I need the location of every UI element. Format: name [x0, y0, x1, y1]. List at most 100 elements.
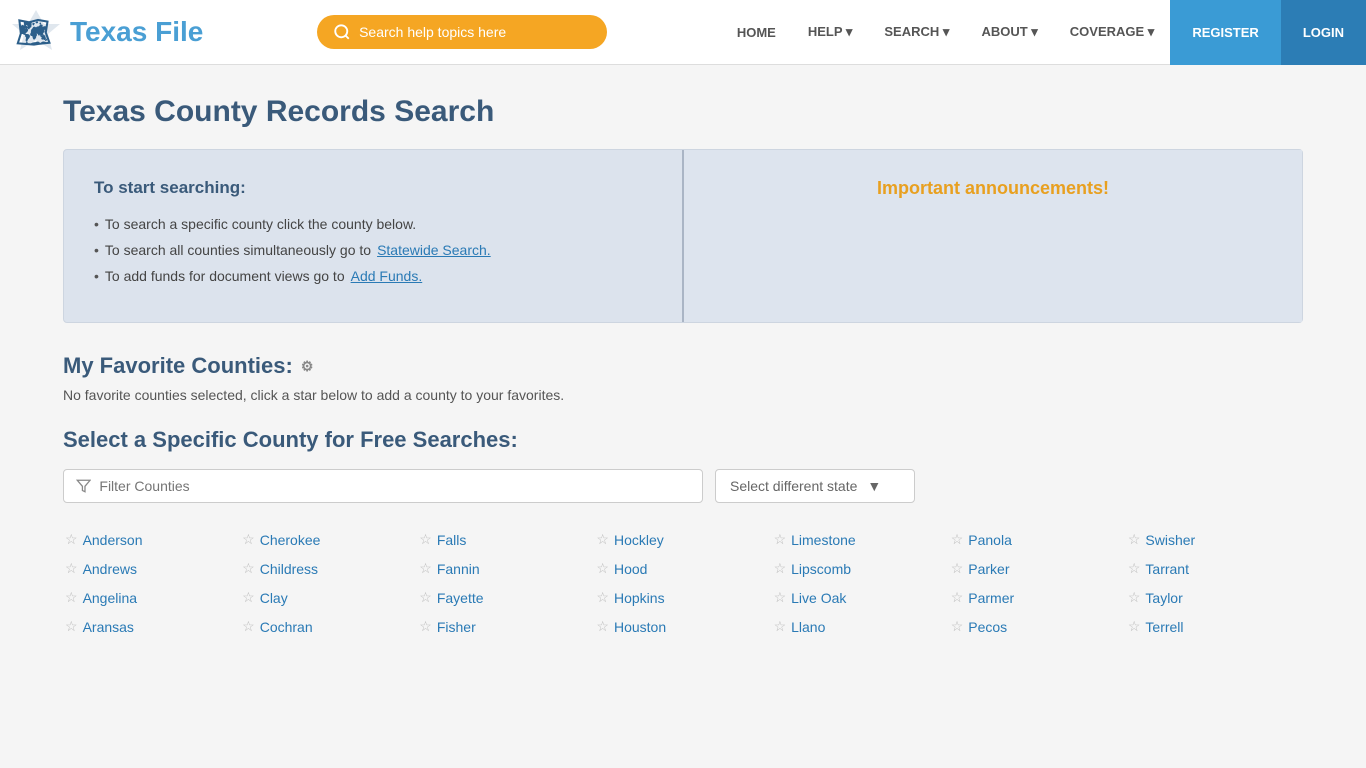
nav-home[interactable]: HOME	[721, 0, 792, 65]
county-link[interactable]: Anderson	[83, 532, 143, 548]
bullet-3: To add funds for document views go to Ad…	[94, 268, 652, 284]
county-star-icon[interactable]: ☆	[419, 560, 432, 577]
filter-icon	[76, 478, 91, 494]
svg-text:🗺: 🗺	[16, 17, 52, 48]
county-link[interactable]: Terrell	[1145, 619, 1183, 635]
search-icon	[333, 23, 351, 41]
county-star-icon[interactable]: ☆	[1128, 531, 1141, 548]
list-item: ☆ Llano	[772, 614, 949, 639]
county-star-icon[interactable]: ☆	[774, 560, 787, 577]
county-star-icon[interactable]: ☆	[951, 589, 964, 606]
county-link[interactable]: Llano	[791, 619, 825, 635]
county-link[interactable]: Fisher	[437, 619, 476, 635]
list-item: ☆ Hood	[594, 556, 771, 581]
bullet-1: To search a specific county click the co…	[94, 216, 652, 232]
county-link[interactable]: Andrews	[83, 561, 137, 577]
list-item: ☆ Clay	[240, 585, 417, 610]
county-link[interactable]: Fayette	[437, 590, 484, 606]
nav-search[interactable]: SEARCH ▾	[868, 0, 965, 65]
county-star-icon[interactable]: ☆	[951, 531, 964, 548]
county-link[interactable]: Aransas	[83, 619, 134, 635]
list-item: ☆ Hockley	[594, 527, 771, 552]
info-box: To start searching: To search a specific…	[63, 149, 1303, 323]
county-star-icon[interactable]: ☆	[596, 560, 609, 577]
county-link[interactable]: Cochran	[260, 619, 313, 635]
county-link[interactable]: Cherokee	[260, 532, 321, 548]
list-item: ☆ Falls	[417, 527, 594, 552]
county-star-icon[interactable]: ☆	[419, 618, 432, 635]
list-item: ☆ Childress	[240, 556, 417, 581]
county-star-icon[interactable]: ☆	[774, 589, 787, 606]
add-funds-link[interactable]: Add Funds.	[351, 268, 423, 284]
login-button[interactable]: LOGIN	[1281, 0, 1366, 65]
list-item: ☆ Andrews	[63, 556, 240, 581]
county-star-icon[interactable]: ☆	[774, 531, 787, 548]
search-bar[interactable]	[317, 15, 607, 49]
county-star-icon[interactable]: ☆	[65, 589, 78, 606]
list-item: ☆ Anderson	[63, 527, 240, 552]
county-star-icon[interactable]: ☆	[419, 531, 432, 548]
county-star-icon[interactable]: ☆	[1128, 560, 1141, 577]
state-select-dropdown[interactable]: Select different state ▼	[715, 469, 915, 503]
bullet-2: To search all counties simultaneously go…	[94, 242, 652, 258]
logo[interactable]: 🗺 Texas File	[10, 6, 203, 58]
page-title: Texas County Records Search	[63, 95, 1303, 129]
header: 🗺 Texas File HOME HELP ▾ SEARCH ▾ ABOUT …	[0, 0, 1366, 65]
county-star-icon[interactable]: ☆	[242, 560, 255, 577]
county-star-icon[interactable]: ☆	[242, 531, 255, 548]
county-link[interactable]: Swisher	[1145, 532, 1195, 548]
list-item: ☆ Parmer	[949, 585, 1126, 610]
county-link[interactable]: Angelina	[83, 590, 138, 606]
favorites-gear-icon[interactable]: ⚙	[301, 358, 314, 375]
county-star-icon[interactable]: ☆	[65, 618, 78, 635]
county-link[interactable]: Parmer	[968, 590, 1014, 606]
county-link[interactable]: Houston	[614, 619, 666, 635]
county-link[interactable]: Live Oak	[791, 590, 846, 606]
county-star-icon[interactable]: ☆	[951, 618, 964, 635]
county-link[interactable]: Limestone	[791, 532, 856, 548]
statewide-search-link[interactable]: Statewide Search.	[377, 242, 491, 258]
logo-brand-text: Texas File	[70, 16, 203, 48]
main-content: Texas County Records Search To start sea…	[43, 65, 1323, 669]
list-item: ☆ Swisher	[1126, 527, 1303, 552]
county-link[interactable]: Hopkins	[614, 590, 665, 606]
county-star-icon[interactable]: ☆	[242, 589, 255, 606]
county-star-icon[interactable]: ☆	[1128, 618, 1141, 635]
list-item: ☆ Lipscomb	[772, 556, 949, 581]
county-star-icon[interactable]: ☆	[65, 531, 78, 548]
county-star-icon[interactable]: ☆	[596, 618, 609, 635]
county-link[interactable]: Parker	[968, 561, 1009, 577]
county-link[interactable]: Panola	[968, 532, 1012, 548]
county-star-icon[interactable]: ☆	[951, 560, 964, 577]
list-item: ☆ Hopkins	[594, 585, 771, 610]
county-link[interactable]: Falls	[437, 532, 467, 548]
county-filter-box[interactable]	[63, 469, 703, 503]
county-star-icon[interactable]: ☆	[596, 589, 609, 606]
county-link[interactable]: Fannin	[437, 561, 480, 577]
county-star-icon[interactable]: ☆	[419, 589, 432, 606]
nav-about[interactable]: ABOUT ▾	[965, 0, 1053, 65]
nav-coverage[interactable]: COVERAGE ▾	[1054, 0, 1171, 65]
county-link[interactable]: Lipscomb	[791, 561, 851, 577]
county-star-icon[interactable]: ☆	[1128, 589, 1141, 606]
county-star-icon[interactable]: ☆	[596, 531, 609, 548]
register-button[interactable]: REGISTER	[1170, 0, 1280, 65]
county-link[interactable]: Pecos	[968, 619, 1007, 635]
county-link[interactable]: Taylor	[1145, 590, 1182, 606]
announcements-heading: Important announcements!	[714, 178, 1272, 199]
county-link[interactable]: Childress	[260, 561, 318, 577]
county-link[interactable]: Hood	[614, 561, 647, 577]
county-link[interactable]: Hockley	[614, 532, 664, 548]
nav-help[interactable]: HELP ▾	[792, 0, 869, 65]
list-item: ☆ Terrell	[1126, 614, 1303, 639]
county-link[interactable]: Clay	[260, 590, 288, 606]
county-filter-input[interactable]	[99, 478, 690, 494]
info-left-panel: To start searching: To search a specific…	[64, 150, 684, 322]
county-star-icon[interactable]: ☆	[65, 560, 78, 577]
search-input[interactable]	[359, 24, 579, 40]
county-star-icon[interactable]: ☆	[242, 618, 255, 635]
county-star-icon[interactable]: ☆	[774, 618, 787, 635]
county-link[interactable]: Tarrant	[1145, 561, 1189, 577]
nav-bar: HOME HELP ▾ SEARCH ▾ ABOUT ▾ COVERAGE ▾ …	[721, 0, 1366, 65]
list-item: ☆ Parker	[949, 556, 1126, 581]
